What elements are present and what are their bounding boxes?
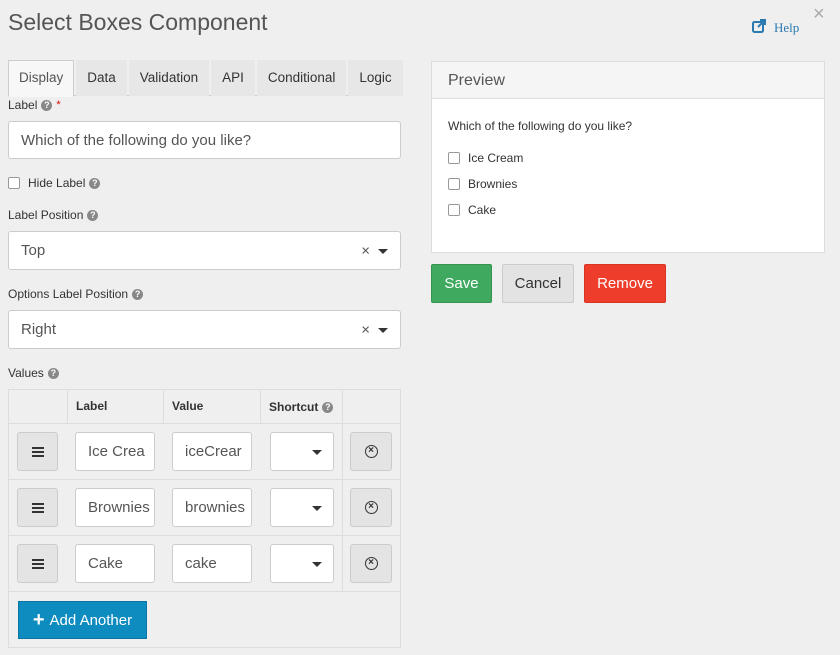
options-label-position-select[interactable]: Right × xyxy=(8,310,401,349)
option-value-input[interactable]: cake xyxy=(172,544,252,583)
shortcut-column-header: Shortcut ? xyxy=(261,390,343,424)
label-field-label: Label ? * xyxy=(8,98,61,112)
remove-row-button[interactable]: × xyxy=(350,544,392,583)
preview-option-label: Cake xyxy=(468,203,497,217)
option-label-input[interactable]: Brownies xyxy=(75,488,155,527)
hide-label-checkbox[interactable] xyxy=(8,177,20,189)
values-table: Label Value Shortcut ? Ice Crea iceCrear… xyxy=(8,389,401,648)
remove-circle-icon: × xyxy=(364,501,378,514)
shortcut-select[interactable] xyxy=(270,488,334,527)
value-column-header: Value xyxy=(164,390,261,424)
shortcut-header-text: Shortcut xyxy=(269,400,319,414)
help-question-icon[interactable]: ? xyxy=(41,99,53,111)
options-label-position-label: Options Label Position ? xyxy=(8,287,144,301)
options-label-position-text: Options Label Position xyxy=(8,287,129,301)
preview-checkbox[interactable] xyxy=(448,204,460,216)
preview-option[interactable]: Brownies xyxy=(448,177,517,191)
drag-handle-icon xyxy=(31,446,44,457)
tab-data[interactable]: Data xyxy=(76,60,127,96)
remove-button[interactable]: Remove xyxy=(584,264,666,303)
clear-icon[interactable]: × xyxy=(361,321,370,338)
remove-circle-icon: × xyxy=(364,445,378,458)
label-input-value: Which of the following do you like? xyxy=(21,131,252,149)
tab-api[interactable]: API xyxy=(211,60,255,96)
label-input[interactable]: Which of the following do you like? xyxy=(8,121,401,159)
help-question-icon[interactable]: ? xyxy=(89,177,101,189)
option-value-input[interactable]: iceCrear xyxy=(172,432,252,471)
preview-checkbox[interactable] xyxy=(448,152,460,164)
preview-option-label: Ice Cream xyxy=(468,151,524,165)
help-question-icon[interactable]: ? xyxy=(322,401,334,413)
dialog-title: Select Boxes Component xyxy=(8,9,268,35)
external-link-icon xyxy=(752,19,766,37)
help-question-icon[interactable]: ? xyxy=(47,367,59,379)
tab-validation[interactable]: Validation xyxy=(128,60,210,96)
drag-column-header xyxy=(9,390,68,424)
help-label: Help xyxy=(774,20,800,35)
label-field-text: Label xyxy=(8,98,38,112)
label-position-select[interactable]: Top × xyxy=(8,231,401,270)
label-position-text: Label Position xyxy=(8,208,84,222)
options-label-position-value: Right xyxy=(21,321,57,338)
values-label: Values ? xyxy=(8,366,59,380)
help-question-icon[interactable]: ? xyxy=(132,288,144,300)
plus-icon: + xyxy=(32,609,45,631)
help-link[interactable]: Help xyxy=(752,19,799,37)
tab-conditional[interactable]: Conditional xyxy=(256,60,347,96)
preview-checkbox[interactable] xyxy=(448,178,460,190)
save-button[interactable]: Save xyxy=(431,264,492,303)
remove-circle-icon: × xyxy=(364,557,378,570)
chevron-down-icon[interactable] xyxy=(378,327,388,333)
add-another-label: Add Another xyxy=(49,611,133,629)
label-position-label: Label Position ? xyxy=(8,208,99,222)
drag-handle-icon xyxy=(31,502,44,513)
drag-handle-button[interactable] xyxy=(17,432,58,471)
option-value-input[interactable]: brownies xyxy=(172,488,252,527)
hide-label-row: Hide Label ? xyxy=(8,176,101,190)
clear-icon[interactable]: × xyxy=(361,242,370,259)
tab-display[interactable]: Display xyxy=(8,60,75,97)
tab-logic[interactable]: Logic xyxy=(348,60,403,96)
preview-title: Preview xyxy=(432,62,824,99)
tab-bar: Display Data Validation API Conditional … xyxy=(8,60,403,97)
cancel-button[interactable]: Cancel xyxy=(502,264,574,303)
shortcut-select[interactable] xyxy=(270,432,334,471)
label-position-value: Top xyxy=(21,242,46,259)
shortcut-select[interactable] xyxy=(270,544,334,583)
label-column-header: Label xyxy=(68,390,164,424)
preview-option[interactable]: Ice Cream xyxy=(448,151,523,165)
column-divider xyxy=(342,390,343,592)
values-text: Values xyxy=(8,366,44,380)
chevron-down-icon xyxy=(312,449,322,455)
option-label-input[interactable]: Cake xyxy=(75,544,155,583)
chevron-down-icon xyxy=(312,505,322,511)
close-icon[interactable]: × xyxy=(813,4,825,24)
chevron-down-icon[interactable] xyxy=(378,248,388,254)
drag-handle-icon xyxy=(31,558,44,569)
drag-handle-button[interactable] xyxy=(17,544,58,583)
preview-question: Which of the following do you like? xyxy=(448,119,633,133)
option-label-input[interactable]: Ice Crea xyxy=(75,432,155,471)
chevron-down-icon xyxy=(312,561,322,567)
hide-label-text: Hide Label xyxy=(28,176,86,190)
preview-panel: Preview Which of the following do you li… xyxy=(431,61,825,253)
remove-row-button[interactable]: × xyxy=(350,488,392,527)
remove-row-button[interactable]: × xyxy=(350,432,392,471)
preview-option[interactable]: Cake xyxy=(448,203,496,217)
drag-handle-button[interactable] xyxy=(17,488,58,527)
preview-option-label: Brownies xyxy=(468,177,518,191)
required-asterisk: * xyxy=(56,99,61,111)
add-another-button[interactable]: + Add Another xyxy=(18,601,147,639)
help-question-icon[interactable]: ? xyxy=(87,209,99,221)
